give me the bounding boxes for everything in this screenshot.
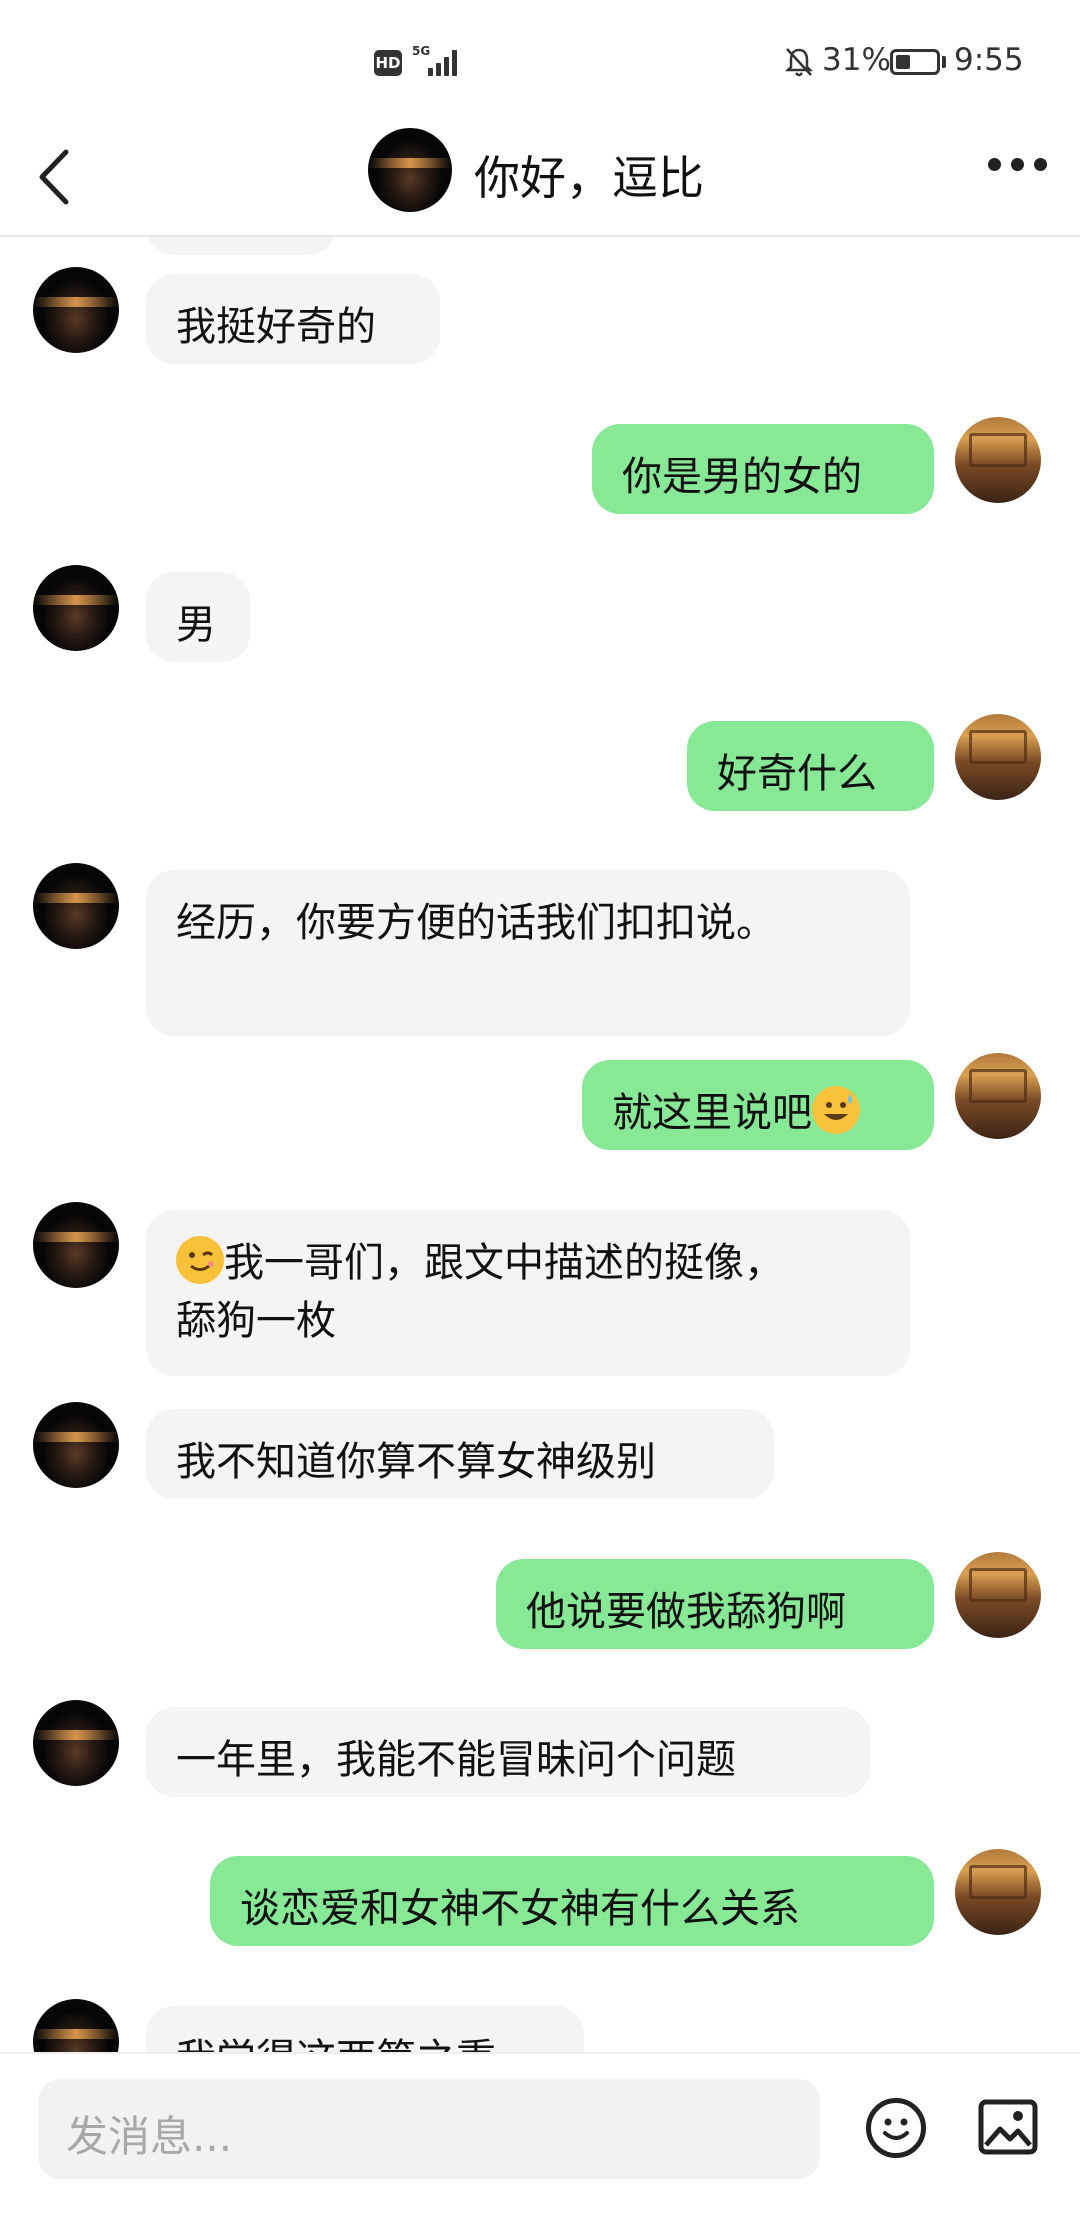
self-avatar[interactable] [955,1552,1041,1638]
bell-muted-icon [784,48,814,77]
message-list[interactable]: 我挺好奇的 你是男的女的 男 好奇什么 经历，你要方便的话我们扣扣说。 就这里说… [0,237,1080,2052]
clock: 9:55 [954,42,1024,78]
chat-title: 你好，逗比 [474,151,704,205]
message-bubble-incoming: 男 [146,572,250,662]
message-bubble-incoming: 我挺好奇的 [146,274,440,364]
status-bar: HD 5G 31% 9:55 [0,0,1080,120]
message-bubble-incoming: 我一哥们，跟文中描述的挺像，舔狗一枚 [146,1210,910,1376]
message-bubble-incoming: 一年里，我能不能冒昧问个问题 [146,1707,870,1797]
message-bubble-partial [146,237,336,255]
message-text: 谈恋爱和女神不女神有什么关系 [240,1886,800,1932]
message-bubble-outgoing: 就这里说吧 [582,1060,934,1150]
message-text: 好奇什么 [717,751,877,797]
contact-avatar[interactable] [33,1202,119,1288]
message-bubble-outgoing: 好奇什么 [687,721,934,811]
message-bubble-incoming: 我不知道你算不算女神级别 [146,1409,774,1499]
message-text: 我挺好奇的 [176,304,376,350]
message-text: 一年里，我能不能冒昧问个问题 [176,1737,736,1783]
message-text: 你是男的女的 [622,454,862,500]
message-text: 我觉得这两第之重 [176,2036,496,2052]
message-bubble-outgoing: 你是男的女的 [592,424,934,514]
contact-avatar[interactable] [33,1402,119,1488]
battery-percent: 31% [822,42,891,78]
wink-emoji [176,1236,224,1284]
message-bubble-incoming: 经历，你要方便的话我们扣扣说。 [146,870,910,1036]
signal-icon [428,50,462,76]
battery-icon [890,49,940,75]
more-horizontal-icon[interactable] [988,158,1048,172]
message-input[interactable]: 发消息... [38,2079,820,2179]
message-text: 我不知道你算不算女神级别 [176,1439,656,1485]
smiley-icon[interactable] [866,2098,926,2158]
message-text: 男 [176,602,216,648]
self-avatar[interactable] [955,1053,1041,1139]
sweat-smile-emoji [812,1086,860,1134]
message-text: 我一哥们，跟文中描述的挺像，舔狗一枚 [176,1240,784,1344]
message-text: 经历，你要方便的话我们扣扣说。 [176,900,776,946]
contact-avatar[interactable] [33,863,119,949]
image-icon[interactable] [978,2099,1038,2155]
message-bubble-outgoing: 他说要做我舔狗啊 [496,1559,934,1649]
contact-avatar[interactable] [33,1700,119,1786]
contact-avatar[interactable] [33,267,119,353]
message-bubble-outgoing: 谈恋爱和女神不女神有什么关系 [210,1856,934,1946]
contact-avatar[interactable] [33,1999,119,2052]
contact-avatar[interactable] [368,128,452,212]
composer-bar: 发消息... [0,2052,1080,2229]
self-avatar[interactable] [955,1849,1041,1935]
message-text: 他说要做我舔狗啊 [526,1589,846,1635]
message-input-placeholder: 发消息... [66,2112,233,2161]
self-avatar[interactable] [955,417,1041,503]
chevron-left-icon[interactable] [30,142,80,212]
self-avatar[interactable] [955,714,1041,800]
chat-header: 你好，逗比 [0,120,1080,237]
message-text: 就这里说吧 [612,1090,812,1136]
hd-badge: HD [374,50,402,76]
message-bubble-incoming: 我觉得这两第之重 [146,2006,584,2052]
contact-avatar[interactable] [33,565,119,651]
